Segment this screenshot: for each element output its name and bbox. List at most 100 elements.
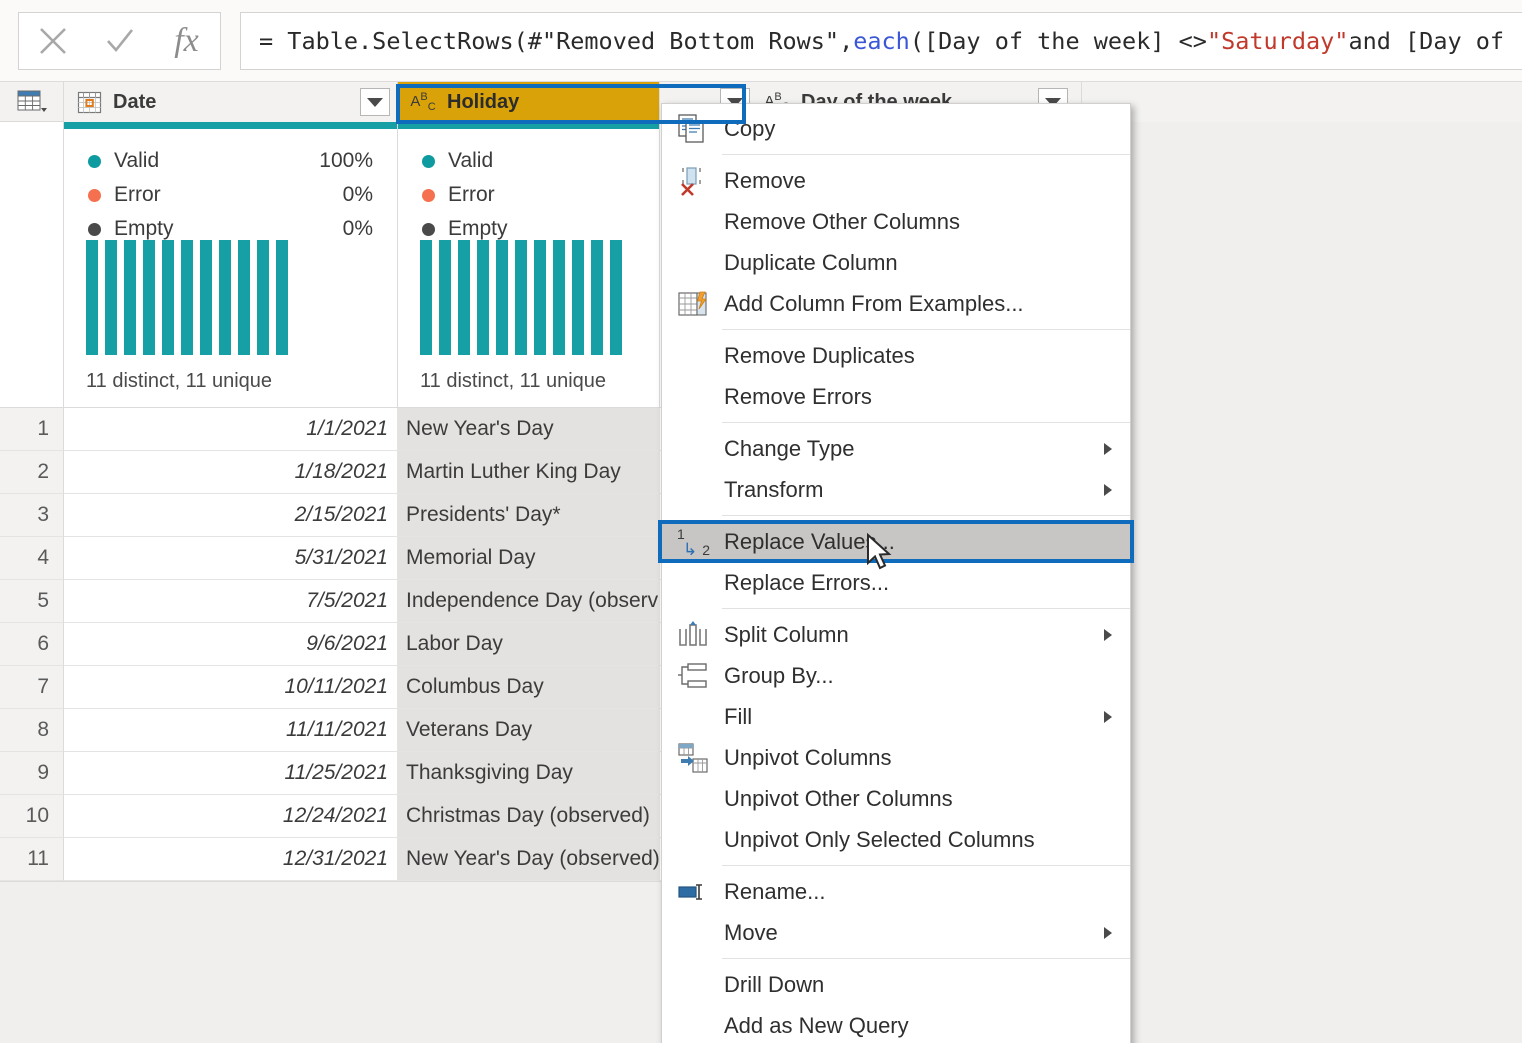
cell-date[interactable]: 5/31/2021 (64, 537, 398, 580)
formula-bar: fx = Table.SelectRows(#"Removed Bottom R… (0, 0, 1522, 82)
column-filter-button-date[interactable] (360, 88, 390, 116)
remove-column-icon (674, 164, 712, 198)
row-number-cell[interactable]: 1 (0, 408, 64, 451)
histogram-bar (572, 240, 584, 355)
cell-holiday[interactable]: Independence Day (observed) (398, 580, 660, 623)
menu-item-add-column-from-examples[interactable]: Add Column From Examples... (662, 283, 1130, 324)
cell-date[interactable]: 12/24/2021 (64, 795, 398, 838)
menu-item-remove[interactable]: Remove (662, 160, 1130, 201)
menu-separator (722, 958, 1130, 959)
fx-icon[interactable]: fx (159, 14, 215, 68)
row-number-cell[interactable]: 4 (0, 537, 64, 580)
menu-item-unpivot-other-columns[interactable]: Unpivot Other Columns (662, 778, 1130, 819)
menu-item-label: Group By... (724, 662, 834, 688)
menu-item-unpivot-columns[interactable]: Unpivot Columns (662, 737, 1130, 778)
histogram-bar (420, 240, 432, 355)
cell-holiday[interactable]: Labor Day (398, 623, 660, 666)
row-number-cell[interactable]: 9 (0, 752, 64, 795)
row-number-cell[interactable]: 10 (0, 795, 64, 838)
submenu-arrow-icon (1104, 483, 1112, 496)
cell-holiday[interactable]: Columbus Day (398, 666, 660, 709)
menu-item-group-by[interactable]: Group By... (662, 655, 1130, 696)
split-column-icon (674, 618, 712, 652)
menu-item-replace-errors[interactable]: Replace Errors... (662, 562, 1130, 603)
menu-item-split-column[interactable]: Split Column (662, 614, 1130, 655)
menu-item-replace-values[interactable]: 1 ↳ 2 Replace Values... (662, 521, 1130, 562)
add-column-icon (674, 287, 712, 321)
row-number-cell[interactable]: 2 (0, 451, 64, 494)
column-context-menu[interactable]: Copy Remove Remove Other Columns Duplicate … (661, 103, 1131, 1043)
menu-separator (722, 865, 1130, 866)
cell-date[interactable]: 11/11/2021 (64, 709, 398, 752)
calendar-icon (76, 89, 102, 115)
cell-holiday[interactable]: Thanksgiving Day (398, 752, 660, 795)
legend-row-valid: Valid (422, 144, 635, 178)
row-number-cell[interactable]: 3 (0, 494, 64, 537)
valid-dot-icon (88, 154, 101, 168)
select-all-corner-button[interactable] (0, 82, 64, 122)
formula-bar-buttons: fx (18, 12, 221, 70)
cell-date[interactable]: 2/15/2021 (64, 494, 398, 537)
menu-item-label: Move (724, 919, 778, 945)
quality-legend-holiday: Valid Error Empty (422, 144, 635, 246)
cell-date[interactable]: 1/1/2021 (64, 408, 398, 451)
column-header-holiday[interactable]: ABC Holiday (398, 82, 750, 122)
row-number-cell[interactable]: 8 (0, 709, 64, 752)
menu-item-remove-errors[interactable]: Remove Errors (662, 376, 1130, 417)
menu-item-label: Split Column (724, 621, 849, 647)
menu-item-label: Unpivot Other Columns (724, 785, 953, 811)
formula-input[interactable]: = Table.SelectRows(#"Removed Bottom Rows… (240, 12, 1522, 70)
column-header-date[interactable]: Date (64, 82, 398, 122)
cell-holiday[interactable]: Veterans Day (398, 709, 660, 752)
menu-item-label: Copy (724, 115, 776, 141)
cell-date[interactable]: 10/11/2021 (64, 666, 398, 709)
cell-holiday[interactable]: Martin Luther King Day (398, 451, 660, 494)
menu-item-drill-down[interactable]: Drill Down (662, 964, 1130, 1005)
cell-date[interactable]: 1/18/2021 (64, 451, 398, 494)
menu-item-remove-duplicates[interactable]: Remove Duplicates (662, 335, 1130, 376)
menu-item-change-type[interactable]: Change Type (662, 428, 1130, 469)
menu-item-label: Duplicate Column (724, 249, 898, 275)
cell-date[interactable]: 12/31/2021 (64, 838, 398, 881)
histogram-bar (458, 240, 470, 355)
group-by-icon (674, 659, 712, 693)
histogram-bar (257, 240, 269, 355)
cell-date[interactable]: 9/6/2021 (64, 623, 398, 666)
menu-item-add-as-new-query[interactable]: Add as New Query (662, 1005, 1130, 1043)
menu-item-label: Add as New Query (724, 1012, 909, 1038)
menu-item-transform[interactable]: Transform (662, 469, 1130, 510)
menu-item-copy[interactable]: Copy (662, 108, 1130, 149)
column-profile-date: Valid 100% Error 0% Empty 0% 11 distinct… (64, 122, 398, 408)
cell-date[interactable]: 7/5/2021 (64, 580, 398, 623)
legend-label-valid: Valid (114, 149, 160, 172)
cell-holiday[interactable]: New Year's Day (398, 408, 660, 451)
row-number-cell[interactable]: 11 (0, 838, 64, 881)
cell-holiday[interactable]: New Year's Day (observed) (398, 838, 660, 881)
menu-item-unpivot-only-selected-columns[interactable]: Unpivot Only Selected Columns (662, 819, 1130, 860)
menu-item-duplicate-column[interactable]: Duplicate Column (662, 242, 1130, 283)
menu-item-rename[interactable]: Rename... (662, 871, 1130, 912)
histogram-bar (477, 240, 489, 355)
row-number-cell[interactable]: 6 (0, 623, 64, 666)
row-number-cell[interactable]: 7 (0, 666, 64, 709)
legend-percent-empty: 0% (342, 217, 373, 240)
menu-item-fill[interactable]: Fill (662, 696, 1130, 737)
legend-label-error: Error (448, 183, 495, 206)
fx-label: fx (174, 22, 199, 59)
menu-item-label: Change Type (724, 435, 855, 461)
valid-dot-icon (422, 154, 435, 168)
histogram-bar (439, 240, 451, 355)
error-dot-icon (88, 188, 101, 202)
legend-label-empty: Empty (448, 217, 508, 240)
cell-date[interactable]: 11/25/2021 (64, 752, 398, 795)
power-query-editor-window: fx = Table.SelectRows(#"Removed Bottom R… (0, 0, 1522, 1043)
menu-item-remove-other-columns[interactable]: Remove Other Columns (662, 201, 1130, 242)
cell-holiday[interactable]: Memorial Day (398, 537, 660, 580)
close-icon[interactable] (25, 14, 81, 68)
cell-holiday[interactable]: Christmas Day (observed) (398, 795, 660, 838)
formula-segment-1: each (853, 27, 910, 55)
menu-item-move[interactable]: Move (662, 912, 1130, 953)
cell-holiday[interactable]: Presidents' Day* (398, 494, 660, 537)
check-icon[interactable] (92, 14, 148, 68)
row-number-cell[interactable]: 5 (0, 580, 64, 623)
